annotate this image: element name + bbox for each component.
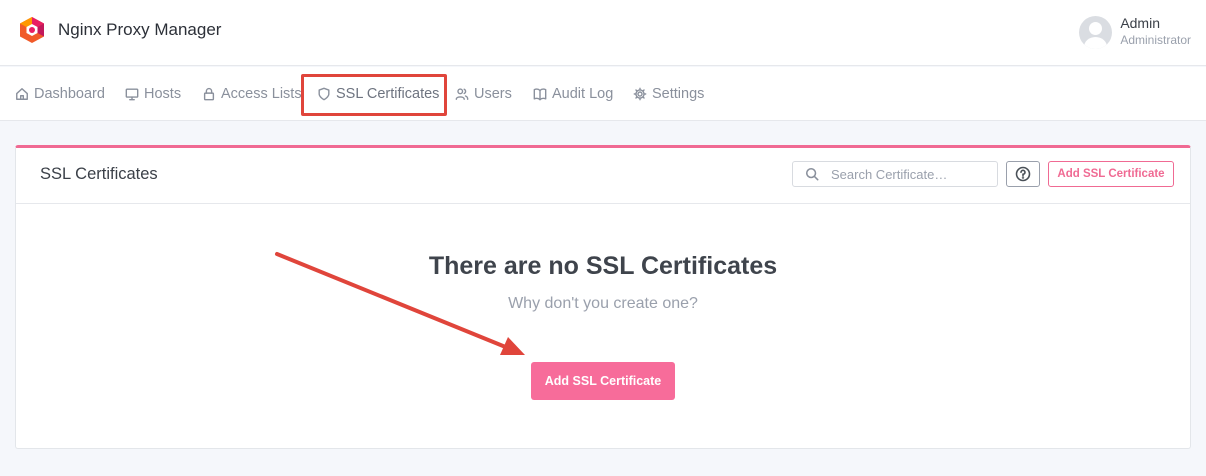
nav-access-lists[interactable]: Access Lists <box>202 67 302 121</box>
search-box[interactable] <box>792 161 998 187</box>
user-menu[interactable]: Admin Administrator <box>1079 14 1191 49</box>
search-input[interactable] <box>831 166 991 182</box>
nav-label: Dashboard <box>34 86 105 102</box>
main-nav: Dashboard Hosts Access Lists SSL Certifi… <box>0 67 1206 121</box>
gear-icon <box>633 87 647 101</box>
nav-label: Settings <box>652 86 705 102</box>
empty-add-ssl-certificate-button[interactable]: Add SSL Certificate <box>531 362 675 400</box>
top-header: Nginx Proxy Manager Admin Administrator <box>0 0 1206 66</box>
avatar <box>1079 16 1113 49</box>
empty-state-subtitle: Why don't you create one? <box>508 295 698 312</box>
user-role: Administrator <box>1120 33 1191 47</box>
card-title: SSL Certificates <box>40 165 158 183</box>
nav-label: Access Lists <box>221 86 302 102</box>
nav-users[interactable]: Users <box>455 67 512 121</box>
nav-label: Hosts <box>144 86 182 102</box>
nav-label: Audit Log <box>552 86 614 102</box>
brand[interactable]: Nginx Proxy Manager <box>18 16 221 44</box>
lock-icon <box>203 87 215 101</box>
nav-dashboard[interactable]: Dashboard <box>15 67 105 121</box>
help-button[interactable] <box>1006 161 1040 187</box>
book-icon <box>533 88 547 101</box>
nav-label: Users <box>474 86 512 102</box>
home-icon <box>16 88 28 100</box>
empty-state-title: There are no SSL Certificates <box>428 252 778 280</box>
app-title: Nginx Proxy Manager <box>58 20 222 39</box>
ssl-certificates-card: SSL Certificates Add SSL Certificate The… <box>15 145 1191 449</box>
add-ssl-certificate-button[interactable]: Add SSL Certificate <box>1048 161 1174 187</box>
users-icon <box>455 88 469 100</box>
card-header: SSL Certificates Add SSL Certificate <box>16 148 1190 204</box>
logo-icon <box>20 17 44 43</box>
nav-audit-log[interactable]: Audit Log <box>533 67 613 121</box>
user-name: Admin <box>1120 15 1160 31</box>
search-icon <box>805 167 819 181</box>
monitor-icon <box>125 88 139 101</box>
annotation-highlight-box <box>301 74 447 116</box>
nav-settings[interactable]: Settings <box>633 67 704 121</box>
help-icon <box>1015 166 1031 182</box>
nav-hosts[interactable]: Hosts <box>125 67 181 121</box>
